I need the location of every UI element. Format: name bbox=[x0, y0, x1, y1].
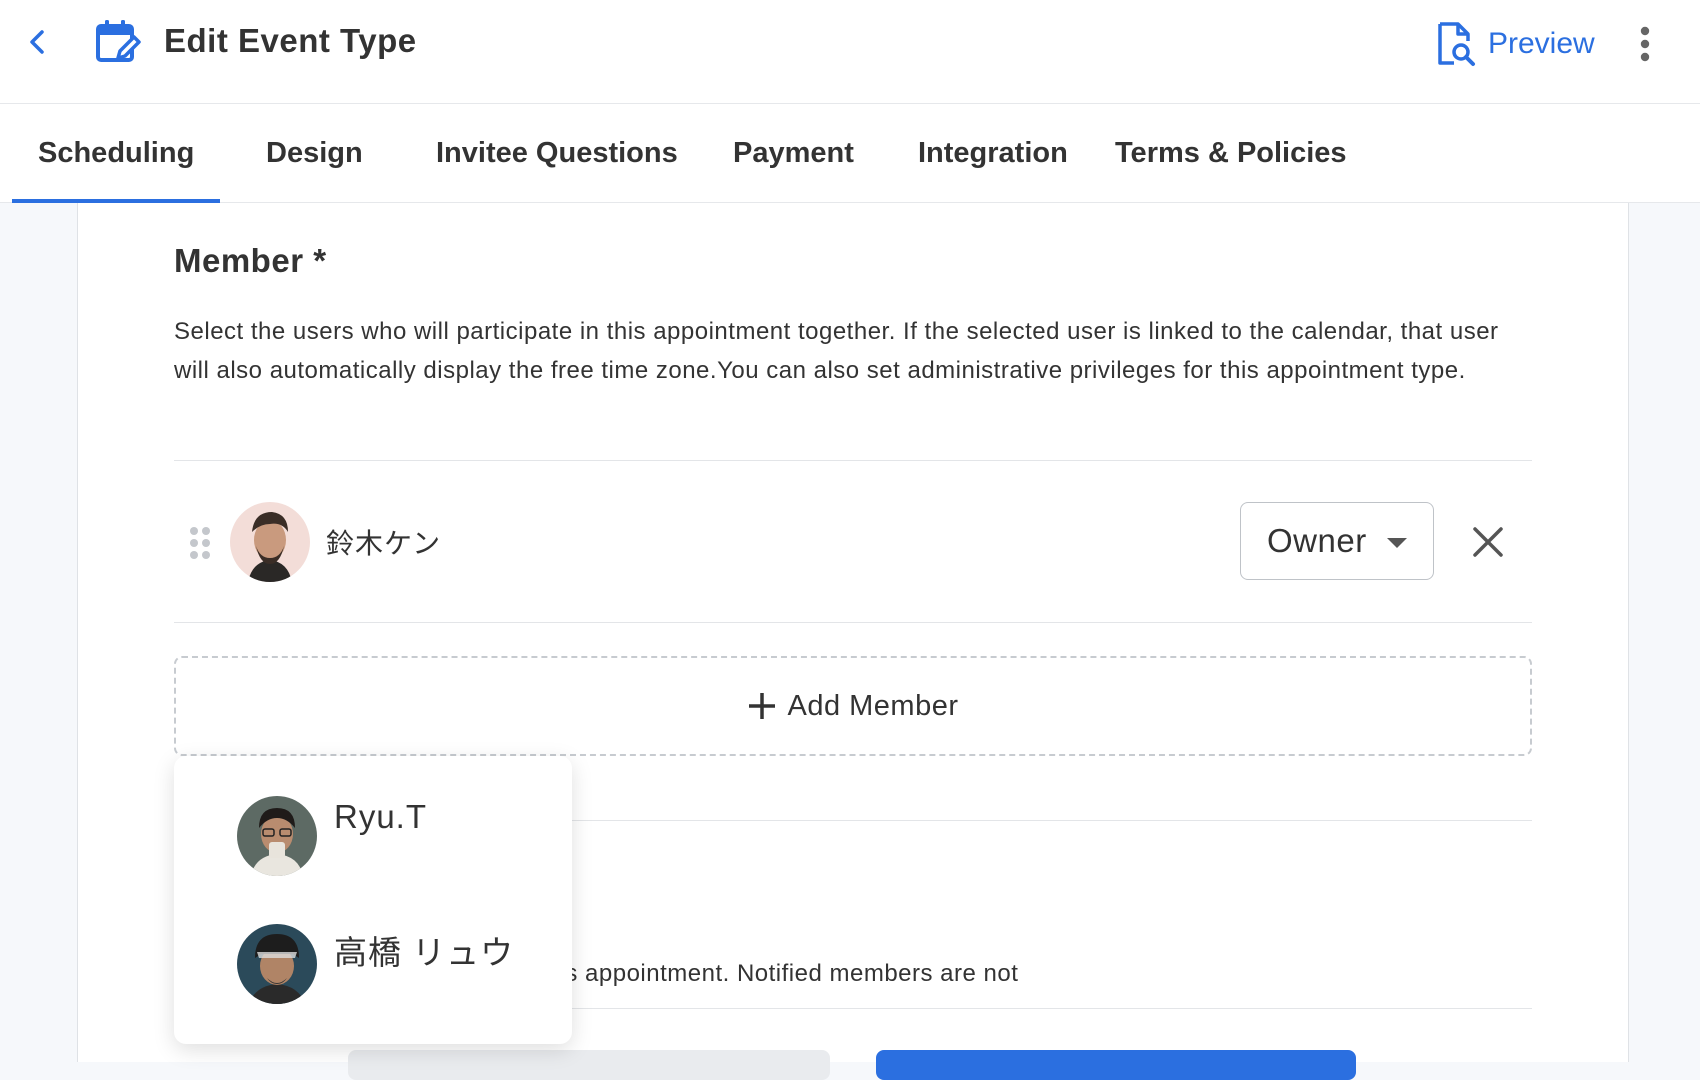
primary-button[interactable] bbox=[876, 1050, 1356, 1080]
avatar bbox=[237, 924, 317, 1004]
role-select-value: Owner bbox=[1267, 522, 1367, 559]
calendar-edit-icon bbox=[96, 20, 141, 62]
top-bar: Edit Event Type Preview bbox=[0, 0, 1700, 104]
dropdown-option[interactable]: Ryu.T bbox=[174, 756, 572, 884]
preview-label: Preview bbox=[1488, 27, 1595, 60]
add-member-button[interactable]: Add Member bbox=[174, 656, 1532, 756]
member-section-title: Member * bbox=[174, 242, 327, 279]
secondary-button[interactable] bbox=[348, 1050, 830, 1080]
back-button[interactable] bbox=[20, 24, 56, 60]
avatar bbox=[230, 502, 310, 582]
page-title: Edit Event Type bbox=[164, 22, 417, 59]
tab-design[interactable]: Design bbox=[266, 104, 363, 202]
member-row: 鈴木ケン Owner bbox=[174, 462, 1532, 622]
plus-icon bbox=[749, 693, 776, 719]
avatar bbox=[237, 796, 317, 876]
dropdown-option-name: 高橋 リュウ bbox=[334, 934, 515, 971]
tab-integration[interactable]: Integration bbox=[918, 104, 1068, 202]
caret-down-icon bbox=[1387, 538, 1407, 548]
add-member-label: Add Member bbox=[787, 689, 959, 722]
tab-invitee-questions[interactable]: Invitee Questions bbox=[436, 104, 678, 202]
member-section-description: Select the users who will participate in… bbox=[174, 318, 1499, 384]
member-name: 鈴木ケン bbox=[326, 528, 442, 559]
member-dropdown: Ryu.T 高橋 リュウ bbox=[174, 756, 572, 1044]
tab-payment[interactable]: Payment bbox=[733, 104, 854, 202]
dropdown-option[interactable]: 高橋 リュウ bbox=[174, 884, 572, 1012]
divider bbox=[174, 622, 1532, 623]
more-menu-button[interactable] bbox=[1630, 22, 1660, 66]
drag-handle-icon[interactable] bbox=[188, 526, 212, 560]
close-icon[interactable] bbox=[1466, 520, 1510, 564]
tab-bar: Scheduling Design Invitee Questions Paym… bbox=[0, 104, 1700, 203]
chevron-left-icon bbox=[30, 30, 44, 54]
tab-terms-policies[interactable]: Terms & Policies bbox=[1115, 104, 1347, 202]
more-vertical-icon bbox=[1640, 26, 1650, 62]
divider bbox=[174, 460, 1532, 461]
document-search-icon bbox=[1438, 22, 1475, 66]
role-select[interactable]: Owner bbox=[1240, 502, 1434, 580]
dropdown-option-name: Ryu.T bbox=[334, 798, 428, 835]
tab-scheduling[interactable]: Scheduling bbox=[11, 104, 221, 203]
preview-button[interactable]: Preview bbox=[1436, 18, 1595, 70]
